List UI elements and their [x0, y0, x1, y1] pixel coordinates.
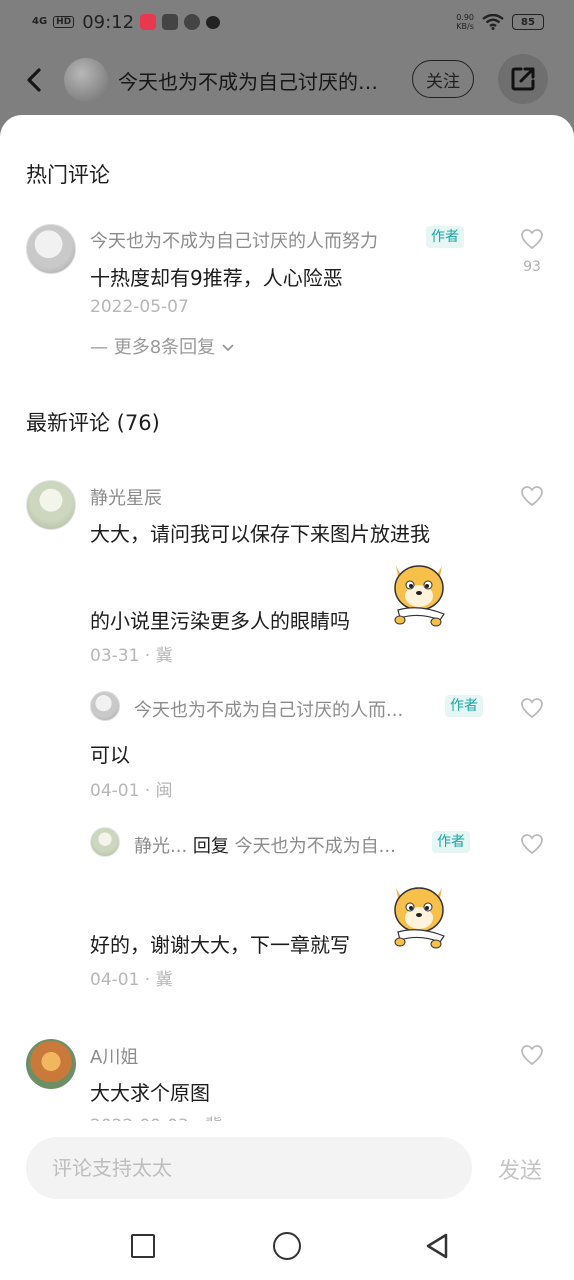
comment-input[interactable] [26, 1137, 472, 1199]
comment-author[interactable]: A川姐 [90, 1043, 138, 1069]
send-button[interactable]: 发送 [498, 1153, 542, 1185]
follow-button[interactable]: 关注 [412, 60, 474, 98]
reply-author[interactable]: 今天也为不成为自己讨厌的人而... [134, 696, 403, 722]
back-arrow-icon[interactable] [22, 66, 46, 94]
comment-input-container[interactable] [26, 1137, 472, 1199]
comments-sheet: 热门评论 今天也为不成为自己讨厌的人而努力 作者 93 十热度却有9推荐，人心险… [0, 115, 574, 1280]
share-button[interactable] [498, 54, 548, 104]
avatar[interactable] [90, 691, 120, 721]
doge-sticker-icon [394, 887, 445, 949]
wifi-icon [482, 14, 504, 30]
battery-icon: 85 [512, 14, 544, 30]
app-notification-icon [184, 14, 201, 30]
like-heart-icon[interactable] [520, 697, 544, 719]
more-replies-link[interactable]: — 更多8条回复 [90, 333, 235, 359]
network-indicator: 4G [32, 16, 48, 27]
latest-comments-title: 最新评论 (76) [26, 411, 160, 435]
like-heart-icon[interactable] [520, 228, 544, 250]
post-header: 今天也为不成为自己讨厌的人而努力 关注 [0, 52, 574, 108]
like-heart-icon[interactable] [520, 1044, 544, 1066]
clock: 09:12 [82, 11, 135, 33]
app-notification-icon [140, 14, 157, 30]
avatar[interactable] [26, 224, 76, 274]
comment-text[interactable]: 十热度却有9推荐，人心险恶 [90, 262, 343, 291]
avatar[interactable] [90, 827, 120, 857]
reply-word: 回复 [192, 836, 229, 857]
status-bar: 4G HD 09:12 0.90 KB/s 85 [0, 0, 574, 44]
like-heart-icon[interactable] [520, 485, 544, 507]
post-author-title[interactable]: 今天也为不成为自己讨厌的人而努力 [118, 66, 394, 95]
comment-date: 2022-05-07 [90, 297, 189, 317]
reply-text[interactable]: 可以 [90, 739, 130, 768]
reply-author[interactable]: 静光... 回复 今天也为不成为自... [134, 832, 396, 858]
author-badge: 作者 [432, 831, 470, 853]
comment-author[interactable]: 静光星辰 [90, 484, 162, 510]
share-icon [511, 67, 535, 91]
chevron-down-icon [222, 344, 234, 352]
author-badge: 作者 [445, 695, 483, 717]
author-avatar[interactable] [64, 58, 108, 102]
reply-meta: 04-01 · 冀 [90, 970, 173, 990]
message-icon [206, 15, 221, 29]
hot-comments-title: 热门评论 [26, 163, 110, 187]
reply-meta: 04-01 · 闽 [90, 781, 173, 801]
author-badge: 作者 [426, 226, 464, 248]
like-heart-icon[interactable] [520, 833, 544, 855]
back-triangle-icon[interactable] [424, 1232, 450, 1260]
avatar[interactable] [26, 1039, 76, 1089]
like-count: 93 [523, 259, 541, 275]
comment-text-line[interactable]: 大大，请问我可以保存下来图片放进我 [90, 518, 430, 547]
app-notification-icon [162, 14, 179, 30]
doge-sticker-icon [394, 565, 445, 627]
comment-text[interactable]: 大大求个原图 [90, 1077, 210, 1106]
system-nav-bar [0, 1212, 574, 1280]
avatar[interactable] [26, 480, 76, 530]
comment-meta: 03-31 · 冀 [90, 646, 173, 666]
reply-target[interactable]: 今天也为不成为自... [235, 836, 396, 857]
comment-author[interactable]: 今天也为不成为自己讨厌的人而努力 [90, 227, 378, 253]
home-icon[interactable] [273, 1232, 301, 1260]
network-speed: 0.90 KB/s [456, 13, 474, 31]
list-clip [0, 1121, 574, 1137]
reply-text[interactable]: 好的，谢谢大大，下一章就写 [90, 929, 350, 958]
recents-icon[interactable] [131, 1234, 155, 1258]
comment-text-line[interactable]: 的小说里污染更多人的眼睛吗 [90, 605, 350, 634]
hd-icon: HD [53, 16, 75, 28]
